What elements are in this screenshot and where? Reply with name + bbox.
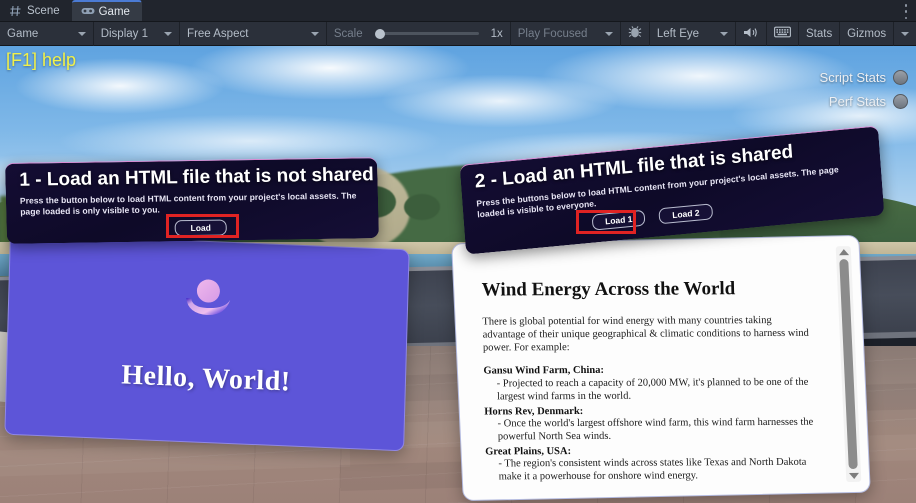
- entry-detail: - The region's consistent winds across s…: [498, 457, 807, 483]
- play-mode-value: Play Focused: [517, 27, 588, 40]
- entry-detail: - Once the world's largest offshore wind…: [497, 416, 814, 443]
- rendered-page-hello-world[interactable]: Hello, World!: [4, 232, 410, 452]
- chevron-down-icon: [310, 31, 319, 36]
- scroll-up-arrow-icon[interactable]: [838, 249, 849, 256]
- document-entry: Great Plains, USA: - The region's consis…: [485, 444, 818, 484]
- scale-value: 1x: [490, 27, 503, 40]
- scale-slider-track[interactable]: [374, 28, 479, 39]
- tab-scene[interactable]: Scene: [0, 0, 72, 21]
- load-2-button[interactable]: Load 2: [658, 203, 714, 225]
- hello-world-heading: Hello, World!: [120, 359, 292, 398]
- keyboard-icon: [774, 26, 792, 41]
- perf-stats-label: Perf Stats: [828, 94, 886, 109]
- play-mode-dropdown[interactable]: Play Focused: [511, 22, 620, 46]
- script-stats-label: Script Stats: [819, 70, 886, 85]
- highlight-box-load-button: [166, 214, 239, 238]
- chevron-down-icon: [164, 31, 173, 36]
- mute-audio-button[interactable]: [736, 22, 766, 46]
- gizmos-dropdown[interactable]: [894, 22, 916, 46]
- aspect-ratio-dropdown[interactable]: Free Aspect: [180, 22, 326, 46]
- gamepad-icon: [81, 6, 95, 18]
- document-intro: There is global potential for wind energ…: [482, 315, 809, 354]
- gizmos-label: Gizmos: [847, 27, 887, 40]
- target-display-dropdown[interactable]: Game: [0, 22, 93, 46]
- chevron-down-icon: [901, 31, 910, 36]
- tab-scene-label: Scene: [27, 4, 60, 17]
- keyboard-input-button[interactable]: [767, 22, 798, 46]
- scale-slider[interactable]: Scale 1x: [327, 22, 510, 46]
- display-value: Display 1: [100, 27, 148, 40]
- chevron-down-icon: [77, 31, 86, 36]
- tab-game-label: Game: [98, 5, 130, 18]
- document-entry: Gansu Wind Farm, China: - Projected to r…: [483, 364, 816, 404]
- perf-stats-toggle[interactable]: [893, 94, 908, 109]
- document-heading: Wind Energy Across the World: [481, 278, 736, 301]
- tab-game[interactable]: Game: [71, 0, 142, 21]
- f1-help-hint: [F1] help: [6, 50, 77, 70]
- chevron-down-icon: [720, 31, 729, 36]
- display-dropdown[interactable]: Display 1: [94, 22, 179, 46]
- rendered-page-wind-energy[interactable]: Wind Energy Across the World There is gl…: [451, 234, 871, 502]
- vr-debug-button[interactable]: [621, 22, 649, 46]
- script-stats-toggle-row[interactable]: Script Stats: [820, 70, 908, 85]
- speaker-icon: [743, 26, 759, 42]
- highlight-box-load-1-button: [576, 210, 636, 234]
- perf-stats-toggle-row[interactable]: Perf Stats: [829, 94, 908, 109]
- document-content: Wind Energy Across the World There is gl…: [453, 242, 864, 497]
- tree: [404, 194, 440, 220]
- broken-image-icon: [181, 274, 236, 324]
- stats-label: Stats: [806, 27, 833, 40]
- eye-selection-dropdown[interactable]: Left Eye: [650, 22, 735, 46]
- scale-label: Scale: [333, 27, 363, 40]
- aspect-value: Free Aspect: [187, 27, 249, 40]
- kebab-menu-icon[interactable]: [904, 4, 908, 19]
- panel-1-title: 1 - Load an HTML file that is not shared: [19, 164, 375, 191]
- target-display-value: Game: [7, 27, 39, 40]
- grid-icon: [9, 5, 22, 17]
- script-stats-toggle[interactable]: [893, 70, 908, 85]
- eye-value: Left Eye: [656, 27, 700, 40]
- entry-detail: - Projected to reach a capacity of 20,00…: [496, 376, 809, 403]
- stats-toggle-group: Script Stats Perf Stats: [820, 70, 908, 109]
- game-view-viewport[interactable]: [F1] help Script Stats Perf Stats 1 - Lo…: [0, 46, 916, 503]
- game-view-toolbar: Game Display 1 Free Aspect Scale 1x Play…: [0, 21, 916, 46]
- scale-slider-knob[interactable]: [374, 28, 385, 39]
- document-entry: Horns Rev, Denmark: - Once the world's l…: [484, 404, 817, 444]
- scroll-down-arrow-icon[interactable]: [848, 472, 859, 480]
- editor-tabbar: Scene Game: [0, 0, 916, 22]
- bug-icon: [628, 25, 642, 42]
- gizmos-button[interactable]: Gizmos: [840, 22, 893, 46]
- chevron-down-icon: [604, 31, 613, 36]
- stats-button[interactable]: Stats: [799, 22, 839, 46]
- unity-editor-window: Scene Game Game Display 1 Free Aspect Sc…: [0, 0, 916, 503]
